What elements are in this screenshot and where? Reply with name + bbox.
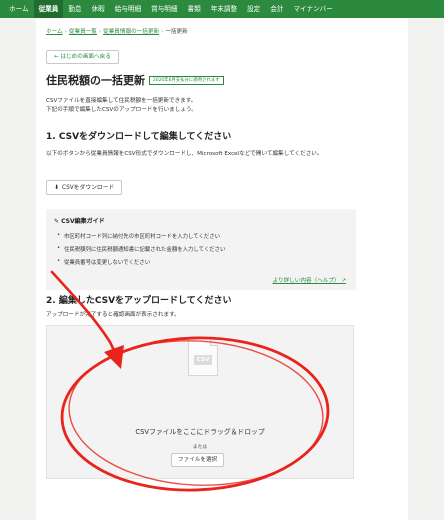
guide-title-text: CSV編集ガイド <box>61 218 105 225</box>
section1-title: 1. CSVをダウンロードして編集してください <box>46 132 232 142</box>
breadcrumb-employees-link[interactable]: 従業員一覧 <box>69 29 97 35</box>
download-csv-label: CSVをダウンロード <box>62 185 115 191</box>
page-description-line1: CSVファイルを直接編集して住民税額を一括更新できます。 <box>46 98 197 104</box>
nav-item-payslips[interactable]: 給与明細 <box>110 0 146 18</box>
csv-file-label: CSV <box>194 355 212 365</box>
section2-title: 2. 編集したCSVをアップロードしてください <box>46 296 232 306</box>
main-content: ホーム › 従業員一覧 › 従業員情報の一括更新 › 一括更新 ← はじめの画面へ戻る 住民… <box>36 18 408 520</box>
nav-item-year-end-adjustment[interactable]: 年末調整 <box>206 0 242 18</box>
nav-item-documents[interactable]: 書類 <box>183 0 206 18</box>
guide-item: 住民税額列に住民税額通知書に記載された金額を入力してください <box>57 245 225 253</box>
nav-item-my-number[interactable]: マイナンバー <box>288 0 337 18</box>
nav-item-leave[interactable]: 休暇 <box>87 0 110 18</box>
nav-item-attendance[interactable]: 勤怠 <box>63 0 86 18</box>
breadcrumb-current: 一括更新 <box>165 29 188 35</box>
nav-item-settings[interactable]: 設定 <box>242 0 265 18</box>
page-title: 住民税額の一括更新 <box>46 74 145 87</box>
external-link-icon: ↗ <box>341 278 346 284</box>
download-icon: ⬇ <box>54 184 60 191</box>
csv-edit-guide: ✎ CSV編集ガイド 市区町村コード列に納付先の市区町村コードを入力してください… <box>46 209 356 290</box>
drop-instruction: CSVファイルをここにドラッグ＆ドロップ <box>135 428 265 436</box>
select-file-button[interactable]: ファイルを選択 <box>171 453 225 467</box>
nav-item-bonus-slips[interactable]: 賞与明細 <box>146 0 182 18</box>
deadline-badge: 2020年6月支払分に適用されます <box>149 76 224 85</box>
guide-title: ✎ CSV編集ガイド <box>54 216 105 225</box>
breadcrumb-home-link[interactable]: ホーム <box>46 29 63 35</box>
breadcrumb: ホーム › 従業員一覧 › 従業員情報の一括更新 › 一括更新 <box>46 29 188 35</box>
download-csv-button[interactable]: ⬇ CSVをダウンロード <box>46 180 123 195</box>
file-fold <box>210 338 218 346</box>
or-text: または <box>192 445 208 450</box>
csv-dropzone[interactable]: CSV CSVファイルをここにドラッグ＆ドロップ または ファイルを選択 <box>46 325 354 479</box>
section1-description: 以下のボタンから従業員情報をCSV形式でダウンロードし、Microsoft Ex… <box>46 151 323 157</box>
top-navigation: ホーム 従業員 勤怠 休暇 給与明細 賞与明細 書類 年末調整 設定 会計 マイ… <box>0 0 444 18</box>
back-to-start-button[interactable]: ← はじめの画面へ戻る <box>46 50 119 64</box>
nav-item-accounting[interactable]: 会計 <box>265 0 288 18</box>
nav-item-home[interactable]: ホーム <box>4 0 34 18</box>
csv-file-icon: CSV <box>188 338 218 376</box>
guide-item: 市区町村コード列に納付先の市区町村コードを入力してください <box>57 232 220 240</box>
section2-description: アップロードが完了すると確認画面が表示されます。 <box>46 312 180 318</box>
page-description-line2: 下記の手順で編集したCSVのアップロードを行いましょう。 <box>46 107 197 113</box>
nav-item-employees[interactable]: 従業員 <box>33 0 64 18</box>
guide-item: 従業員番号は変更しないでください <box>57 258 150 266</box>
help-link[interactable]: より詳しい内容（ヘルプ） ↗ <box>273 276 346 284</box>
breadcrumb-employee-info-link[interactable]: 従業員情報の一括更新 <box>103 29 159 35</box>
help-link-text: より詳しい内容（ヘルプ） <box>272 278 340 284</box>
